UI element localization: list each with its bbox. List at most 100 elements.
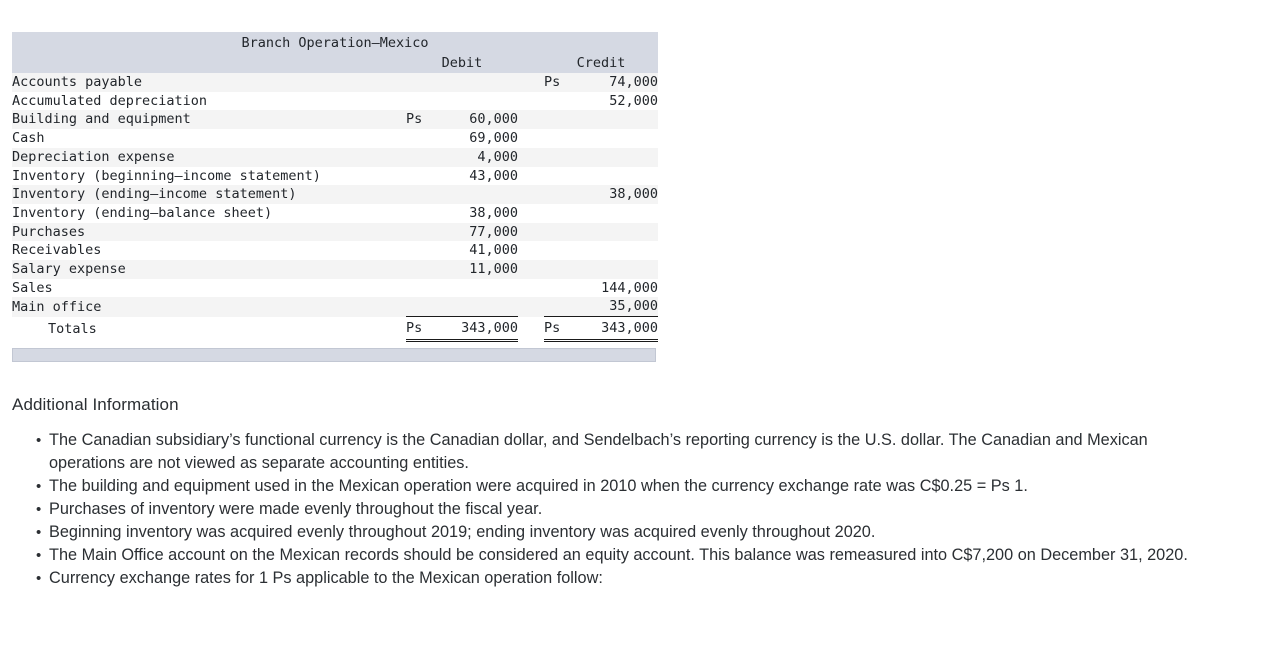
row-debit-currency [406,166,436,186]
table-title: Branch Operation–Mexico [12,32,658,54]
column-header-spacer [518,54,544,73]
totals-debit-currency: Ps [406,316,436,343]
additional-information-item: The Canadian subsidiary’s functional cur… [36,429,1212,475]
additional-information-item: Beginning inventory was acquired evenly … [36,521,1212,544]
row-debit-value [436,185,518,204]
row-debit-value: 43,000 [436,166,518,186]
row-credit-value [576,147,658,167]
row-credit-value [576,110,658,130]
row-account-label: Inventory (ending–income statement) [12,185,406,204]
row-account-label: Sales [12,278,406,298]
row-account-label: Salary expense [12,260,406,279]
row-credit-currency [544,110,576,130]
row-credit-value [576,260,658,279]
row-spacer [518,260,544,279]
table-body: Accounts payable Ps 74,000 Accumulated depr… [12,73,658,343]
additional-information-item: The Main Office account on the Mexican r… [36,544,1212,567]
row-spacer [518,91,544,111]
table-row: Accumulated depreciation 52,000 [12,91,658,111]
row-debit-currency [406,147,436,167]
column-header-credit: Credit [544,54,658,73]
row-account-label: Purchases [12,222,406,242]
row-credit-currency [544,203,576,223]
row-spacer [518,241,544,261]
row-credit-currency [544,297,576,317]
row-spacer [518,110,544,130]
table-row: Inventory (ending–balance sheet) 38,000 [12,203,658,223]
row-debit-currency [406,278,436,298]
row-debit-value: 77,000 [436,222,518,242]
row-debit-currency [406,185,436,204]
table-row: Receivables 41,000 [12,241,658,261]
additional-information-heading: Additional Information [12,395,179,414]
row-credit-currency [544,278,576,298]
row-credit-currency [544,241,576,261]
table-row: Accounts payable Ps 74,000 [12,73,658,92]
totals-spacer [518,316,544,341]
row-credit-value: 74,000 [576,73,658,92]
table-row: Salary expense 11,000 [12,260,658,279]
column-header-debit: Debit [406,54,518,73]
row-debit-value: 41,000 [436,241,518,261]
table-row: Cash 69,000 [12,129,658,148]
row-account-label: Main office [12,297,406,317]
row-debit-currency: Ps [406,110,436,130]
row-credit-value: 144,000 [576,278,658,298]
row-debit-currency [406,222,436,242]
row-debit-value [436,91,518,111]
row-debit-value: 38,000 [436,203,518,223]
table-row: Building and equipment Ps 60,000 [12,110,658,130]
row-account-label: Receivables [12,241,406,261]
row-account-label: Cash [12,129,406,148]
row-debit-currency [406,91,436,111]
table-row: Inventory (ending–income statement) 38,00… [12,185,658,204]
row-credit-value [576,129,658,148]
row-debit-value [436,73,518,92]
row-debit-currency [406,260,436,279]
row-credit-value [576,203,658,223]
column-header-account [12,54,406,73]
row-account-label: Building and equipment [12,110,406,130]
table-row: Depreciation expense 4,000 [12,147,658,167]
row-debit-value: 11,000 [436,260,518,279]
row-spacer [518,222,544,242]
row-spacer [518,297,544,317]
row-debit-value [436,278,518,298]
row-spacer [518,129,544,148]
table-row: Inventory (beginning–income statement) 43… [12,166,658,186]
row-spacer [518,147,544,167]
row-spacer [518,185,544,204]
additional-information-item: Purchases of inventory were made evenly … [36,498,1212,521]
row-credit-currency [544,222,576,242]
row-account-label: Depreciation expense [12,147,406,167]
row-debit-currency [406,203,436,223]
row-debit-currency [406,297,436,317]
table-row: Sales 144,000 [12,278,658,298]
trial-balance-table: Branch Operation–Mexico Debit Credit Acc… [12,32,658,343]
row-credit-currency [544,185,576,204]
row-debit-currency [406,129,436,148]
additional-information-item: The building and equipment used in the M… [36,475,1212,498]
row-account-label: Accumulated depreciation [12,91,406,111]
row-debit-value: 69,000 [436,129,518,148]
row-credit-value [576,166,658,186]
row-credit-currency [544,129,576,148]
row-debit-value: 60,000 [436,110,518,130]
additional-information-list: The Canadian subsidiary’s functional cur… [12,429,1212,590]
table-title-row: Branch Operation–Mexico [12,32,658,54]
row-credit-value: 38,000 [576,185,658,204]
trial-balance-table-container: Branch Operation–Mexico Debit Credit Acc… [12,32,658,343]
totals-label: Totals [12,316,406,341]
totals-credit-value: 343,000 [576,316,658,343]
row-debit-currency [406,241,436,261]
additional-information-section: Additional Information The Canadian subs… [12,394,1212,590]
row-spacer [518,73,544,92]
row-credit-value [576,241,658,261]
row-debit-value [436,297,518,317]
row-credit-value: 35,000 [576,297,658,317]
table-column-header-row: Debit Credit [12,54,658,73]
row-account-label: Inventory (beginning–income statement) [12,166,406,186]
row-credit-currency [544,147,576,167]
row-debit-value: 4,000 [436,147,518,167]
row-account-label: Accounts payable [12,73,406,92]
